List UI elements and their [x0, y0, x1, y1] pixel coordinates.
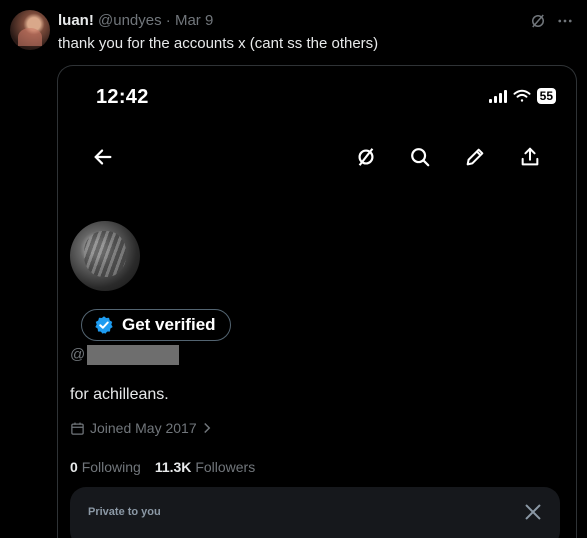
handle-redaction: [87, 345, 180, 365]
verified-badge-icon: [95, 316, 113, 334]
profile-bio: for achilleans.: [70, 386, 169, 403]
tweet-header: luan! @undyes · Mar 9: [58, 11, 213, 31]
profile-handle: @: [70, 345, 180, 365]
calendar-icon: [71, 422, 84, 435]
tweet-date[interactable]: Mar 9: [175, 12, 213, 29]
following-count: 0: [70, 459, 78, 475]
battery-level: 55: [536, 88, 556, 104]
status-bar: 55: [488, 88, 556, 104]
private-label: Private to you: [88, 506, 161, 518]
more-icon[interactable]: [554, 10, 576, 32]
chevron-right-icon: [203, 422, 210, 434]
author-avatar[interactable]: [10, 10, 50, 50]
signal-icon: [488, 89, 507, 103]
back-arrow-icon[interactable]: [90, 144, 116, 170]
meta-separator: ·: [165, 12, 171, 29]
grok-icon[interactable]: [527, 10, 549, 32]
followers-count: 11.3K: [154, 459, 192, 475]
followers-label: Followers: [195, 459, 256, 475]
share-icon[interactable]: [517, 144, 543, 170]
author-name[interactable]: luan!: [58, 12, 94, 29]
close-icon[interactable]: [522, 501, 544, 523]
handle-prefix: @: [70, 346, 86, 363]
get-verified-button[interactable]: Get verified: [81, 309, 231, 341]
private-card: Private to you: [70, 487, 560, 538]
follow-stats: 0 Following 11.3K Followers: [70, 459, 255, 475]
following-label: Following: [81, 459, 141, 475]
joined-label: Joined May 2017: [90, 420, 197, 436]
tweet-media[interactable]: 12:42 55 Get verified @ for achilleans. …: [57, 65, 577, 538]
grok-icon[interactable]: [353, 144, 379, 170]
joined-info[interactable]: Joined May 2017: [70, 420, 212, 436]
following-link[interactable]: 0 Following: [70, 459, 141, 475]
tweet-text: thank you for the accounts x (cant ss th…: [58, 35, 379, 52]
edit-icon[interactable]: [462, 144, 488, 170]
author-handle[interactable]: @undyes: [98, 12, 162, 29]
search-icon[interactable]: [407, 144, 433, 170]
status-time: 12:42: [96, 86, 149, 108]
followers-link[interactable]: 11.3K Followers: [155, 459, 255, 475]
wifi-icon: [513, 89, 531, 102]
get-verified-label: Get verified: [122, 315, 216, 334]
profile-avatar[interactable]: [70, 221, 140, 291]
